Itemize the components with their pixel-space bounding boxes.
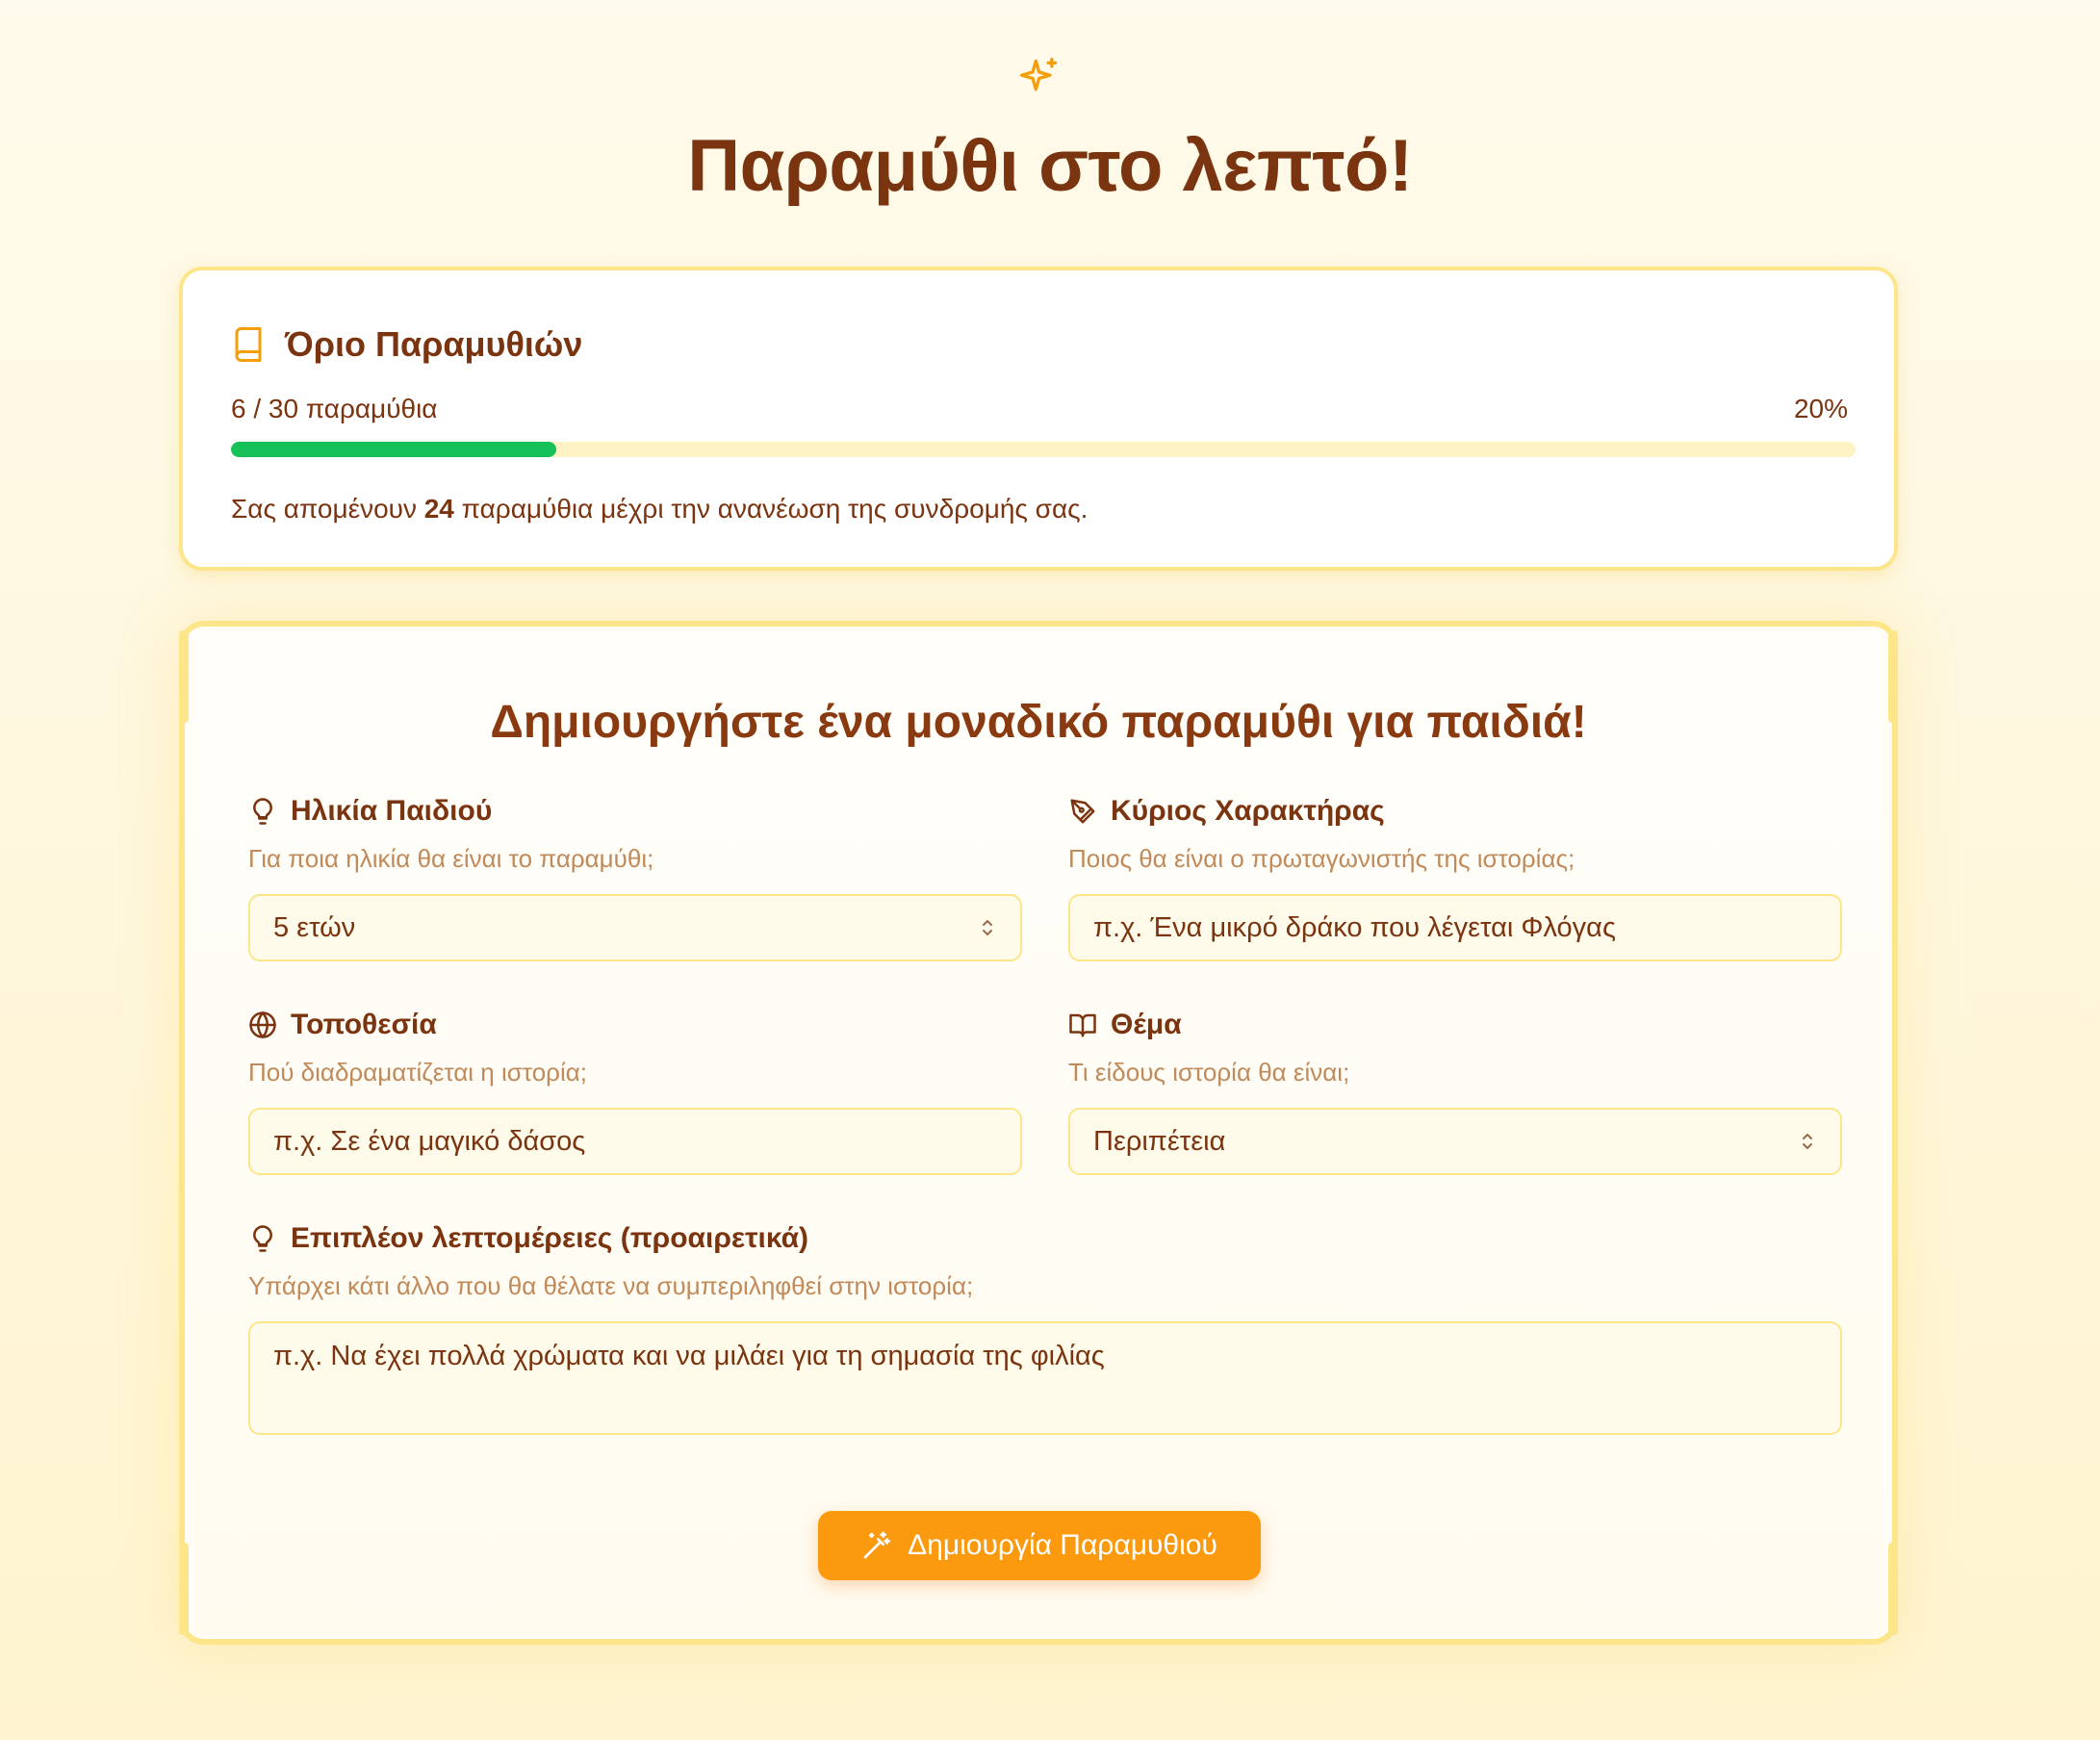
story-form: Δημιουργήστε ένα μοναδικό παραμύθι για π… xyxy=(179,621,1898,1645)
usage-progress-bar xyxy=(231,442,1856,457)
create-story-button[interactable]: Δημιουργία Παραμυθιού xyxy=(818,1511,1261,1580)
age-select-value: 5 ετών xyxy=(273,911,356,943)
remaining-suffix: παραμύθια μέχρι την ανανέωση της συνδρομ… xyxy=(461,494,1088,524)
usage-card-header: Όριο Παραμυθιών xyxy=(231,324,582,365)
frame-corner xyxy=(1888,630,1898,723)
theme-select-value: Περιπέτεια xyxy=(1093,1125,1226,1157)
magic-wand-icon xyxy=(863,1531,891,1559)
age-label: Ηλικία Παιδιού xyxy=(291,795,493,827)
character-field: Κύριος Χαρακτήρας Ποιος θα είναι ο πρωτα… xyxy=(1068,792,1842,961)
chevron-up-down-icon xyxy=(983,920,992,935)
create-story-label: Δημιουργία Παραμυθιού xyxy=(908,1529,1217,1561)
theme-field: Θέμα Τι είδους ιστορία θα είναι; Περιπέτ… xyxy=(1068,1006,1842,1175)
usage-card: Όριο Παραμυθιών 6 / 30 παραμύθια 20% Σας… xyxy=(179,267,1898,571)
chevron-up-down-icon xyxy=(1803,1134,1812,1149)
character-help: Ποιος θα είναι ο πρωταγωνιστής της ιστορ… xyxy=(1068,844,1575,873)
theme-help: Τι είδους ιστορία θα είναι; xyxy=(1068,1058,1350,1087)
location-label: Τοποθεσία xyxy=(291,1009,437,1040)
globe-icon xyxy=(249,1011,276,1038)
pen-tool-icon xyxy=(1070,799,1095,824)
details-help: Υπάρχει κάτι άλλο που θα θέλατε να συμπε… xyxy=(248,1271,974,1300)
theme-select[interactable]: Περιπέτεια xyxy=(1068,1108,1842,1175)
frame-corner xyxy=(179,1543,189,1635)
age-help: Για ποια ηλικία θα είναι το παραμύθι; xyxy=(248,844,654,873)
character-input[interactable]: π.χ. Ένα μικρό δράκο που λέγεται Φλόγας xyxy=(1068,894,1842,961)
location-placeholder: π.χ. Σε ένα μαγικό δάσος xyxy=(273,1125,586,1157)
remaining-text: Σας απομένουν 24 παραμύθια μέχρι την ανα… xyxy=(231,494,1088,525)
usage-progress-fill xyxy=(231,442,556,457)
sparkles-icon xyxy=(1020,58,1058,91)
form-title: Δημιουργήστε ένα μοναδικό παραμύθι για π… xyxy=(490,697,1587,748)
location-field: Τοποθεσία Πού διαδραματίζεται η ιστορία;… xyxy=(248,1006,1022,1175)
usage-count: 6 / 30 παραμύθια xyxy=(231,394,438,423)
details-textarea[interactable]: π.χ. Να έχει πολλά χρώματα και να μιλάει… xyxy=(248,1321,1842,1435)
details-placeholder: π.χ. Να έχει πολλά χρώματα και να μιλάει… xyxy=(273,1341,1105,1371)
lightbulb-icon xyxy=(253,798,272,825)
character-placeholder: π.χ. Ένα μικρό δράκο που λέγεται Φλόγας xyxy=(1093,911,1616,943)
location-input[interactable]: π.χ. Σε ένα μαγικό δάσος xyxy=(248,1108,1022,1175)
remaining-prefix: Σας απομένουν xyxy=(231,494,417,524)
theme-label: Θέμα xyxy=(1111,1009,1182,1040)
location-help: Πού διαδραματίζεται η ιστορία; xyxy=(248,1058,587,1087)
character-label: Κύριος Χαρακτήρας xyxy=(1111,795,1385,827)
details-field: Επιπλέον λεπτομέρειες (προαιρετικά) Υπάρ… xyxy=(248,1219,1842,1435)
frame-corner xyxy=(179,630,189,723)
open-book-icon xyxy=(1069,1013,1096,1037)
frame-corner xyxy=(1888,1543,1898,1635)
lightbulb-icon xyxy=(253,1225,272,1252)
page-title: Παραμύθι στο λεπτό! xyxy=(687,125,1413,207)
form-panel: Δημιουργήστε ένα μοναδικό παραμύθι για π… xyxy=(194,630,1882,1635)
usage-card-title: Όριο Παραμυθιών xyxy=(285,324,583,364)
book-icon xyxy=(235,327,262,362)
age-field: Ηλικία Παιδιού Για ποια ηλικία θα είναι … xyxy=(248,792,1022,961)
age-select[interactable]: 5 ετών xyxy=(248,894,1022,961)
remaining-count: 24 xyxy=(423,494,454,524)
details-label: Επιπλέον λεπτομέρειες (προαιρετικά) xyxy=(291,1222,809,1254)
usage-percent: 20% xyxy=(1793,394,1848,423)
